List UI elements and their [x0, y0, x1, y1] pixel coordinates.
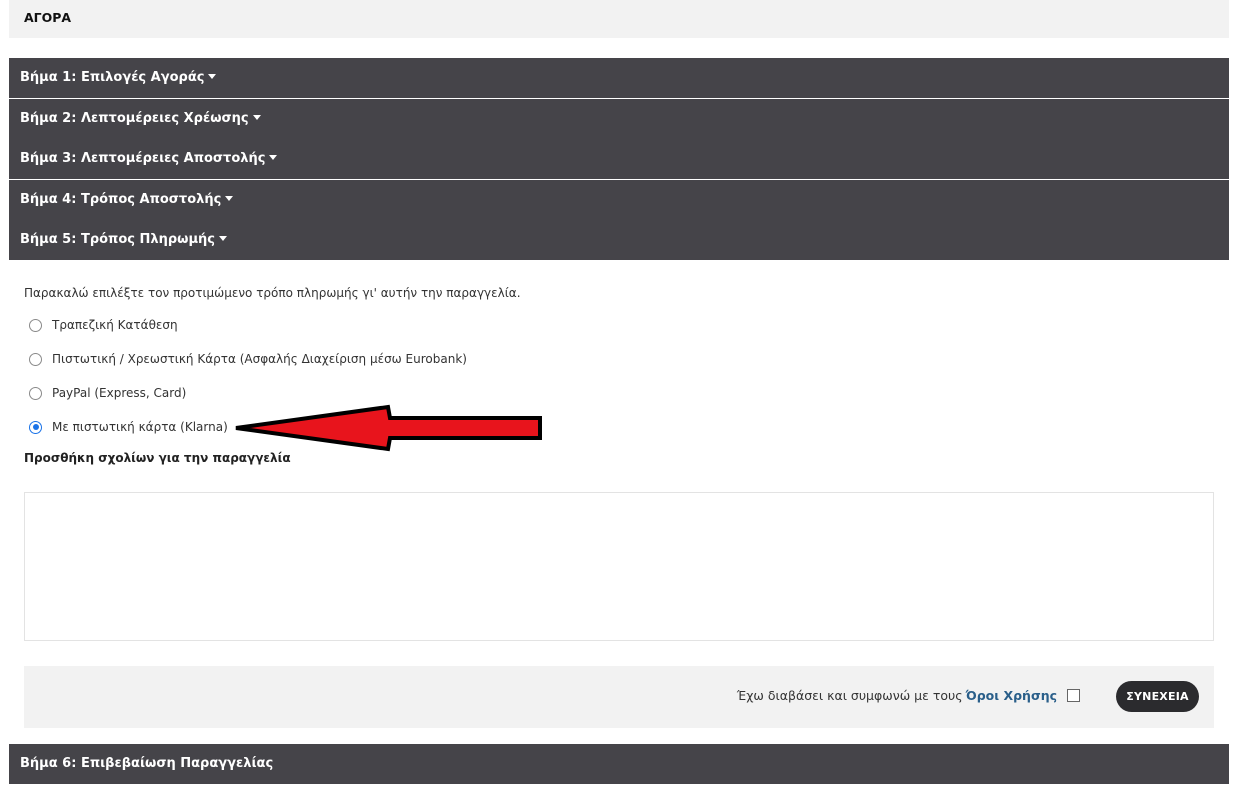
- payment-intro-text: Παρακαλώ επιλέξτε τον προτιμώμενο τρόπο …: [24, 286, 521, 300]
- caret-down-icon: [219, 236, 227, 241]
- comments-label: Προσθήκη σχολίων για την παραγγελία: [24, 451, 291, 465]
- payment-option-label: Πιστωτική / Χρεωστική Κάρτα (Ασφαλής Δια…: [52, 352, 467, 366]
- step-3-header[interactable]: Βήμα 3: Λεπτομέρειες Αποστολής: [9, 139, 1229, 179]
- caret-down-icon: [225, 196, 234, 201]
- step-1-header[interactable]: Βήμα 1: Επιλογές Αγοράς: [9, 58, 1229, 98]
- radio-card-eurobank[interactable]: [29, 352, 42, 366]
- radio-bank-transfer[interactable]: [29, 318, 42, 332]
- payment-option-label: PayPal (Express, Card): [52, 386, 187, 400]
- step-2-label: Βήμα 2: Λεπτομέρειες Χρέωσης: [20, 111, 249, 126]
- step-5-label: Βήμα 5: Τρόπος Πληρωμής: [20, 232, 215, 247]
- payment-option-label: Με πιστωτική κάρτα (Klarna): [52, 420, 228, 434]
- payment-option-paypal[interactable]: PayPal (Express, Card): [29, 384, 186, 402]
- terms-link[interactable]: Όροι Χρήσης: [966, 688, 1057, 703]
- caret-down-icon: [252, 115, 261, 120]
- continue-button[interactable]: ΣΥΝΕΧΕΙΑ: [1116, 681, 1199, 712]
- page-title-bar: ΑΓΟΡΑ: [9, 0, 1229, 38]
- caret-down-icon: [208, 74, 217, 79]
- step-6-label: Βήμα 6: Επιβεβαίωση Παραγγελίας: [20, 756, 274, 771]
- terms-checkbox[interactable]: [1067, 689, 1080, 702]
- payment-option-bank-transfer[interactable]: Τραπεζική Κατάθεση: [29, 316, 178, 334]
- step-1-label: Βήμα 1: Επιλογές Αγοράς: [20, 70, 205, 85]
- agree-text: Έχω διαβάσει και συμφωνώ με τους: [736, 688, 963, 703]
- radio-klarna-selected[interactable]: [29, 420, 42, 434]
- terms-agreement: Έχω διαβάσει και συμφωνώ με τους Όροι Χρ…: [737, 688, 1080, 703]
- step-6-header[interactable]: Βήμα 6: Επιβεβαίωση Παραγγελίας: [9, 744, 1229, 784]
- radio-paypal[interactable]: [29, 386, 42, 400]
- step-3-label: Βήμα 3: Λεπτομέρειες Αποστολής: [20, 151, 266, 166]
- red-arrow-annotation-icon: [235, 404, 542, 452]
- payment-option-label: Τραπεζική Κατάθεση: [52, 318, 178, 332]
- step-4-header[interactable]: Βήμα 4: Τρόπος Αποστολής: [9, 180, 1229, 220]
- payment-option-card-eurobank[interactable]: Πιστωτική / Χρεωστική Κάρτα (Ασφαλής Δια…: [29, 350, 467, 368]
- page-title: ΑΓΟΡΑ: [24, 10, 72, 25]
- caret-down-icon: [269, 155, 278, 160]
- step-5-header[interactable]: Βήμα 5: Τρόπος Πληρωμής: [9, 220, 1229, 260]
- footer-action-bar: Έχω διαβάσει και συμφωνώ με τους Όροι Χρ…: [24, 666, 1214, 728]
- step-2-header[interactable]: Βήμα 2: Λεπτομέρειες Χρέωσης: [9, 99, 1229, 139]
- comments-textarea[interactable]: [24, 492, 1214, 641]
- payment-option-klarna[interactable]: Με πιστωτική κάρτα (Klarna): [29, 418, 228, 436]
- step-4-label: Βήμα 4: Τρόπος Αποστολής: [20, 192, 222, 207]
